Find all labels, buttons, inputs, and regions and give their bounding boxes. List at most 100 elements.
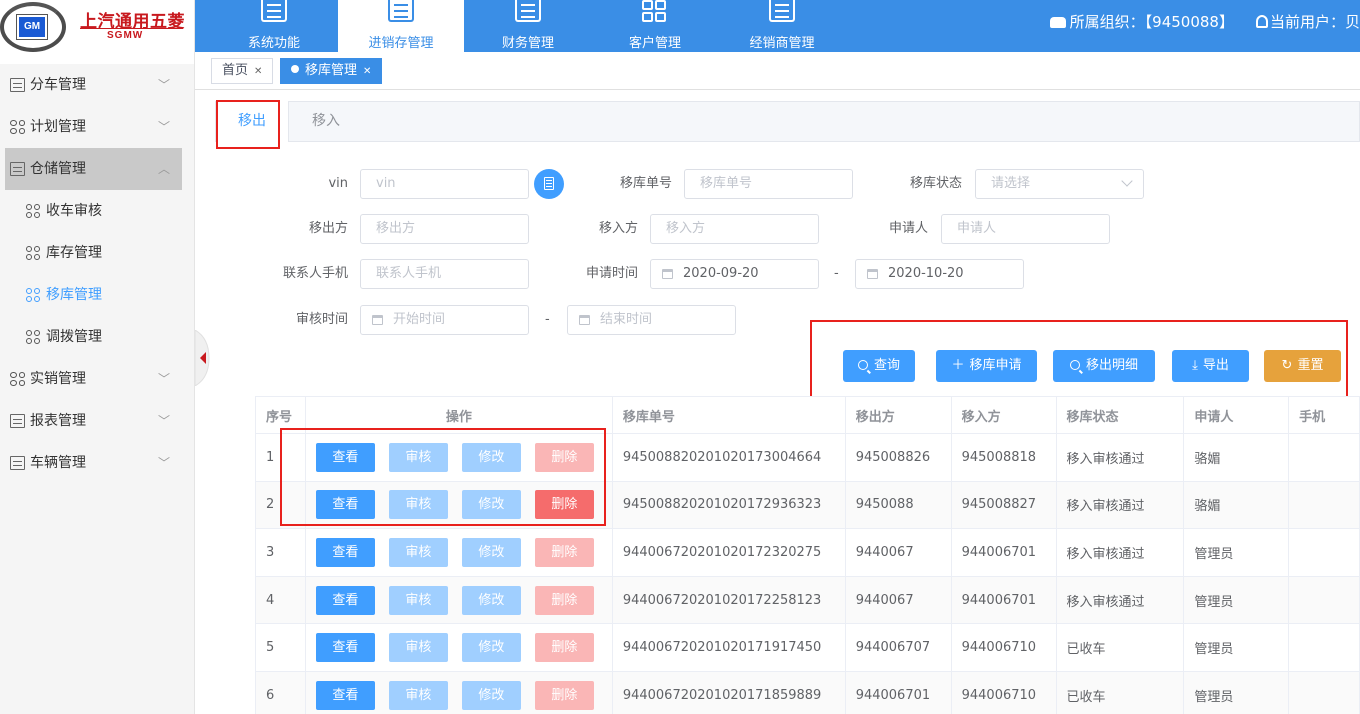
audit-start-date[interactable]: 开始时间 — [360, 305, 529, 335]
sidebar-item-dispatch[interactable]: 分车管理 ﹀ — [0, 64, 194, 106]
current-user-label: 当前用户：贝 — [1269, 13, 1360, 31]
audit-button[interactable]: 审核 — [388, 633, 448, 663]
sidebar-item-sales[interactable]: 实销管理 ﹀ — [0, 358, 194, 400]
column-header: 手机 — [1288, 396, 1360, 434]
table-row: 6 查看 审核 修改 删除 944006720201020171859889 9440067… — [255, 670, 1360, 714]
cell-no: 5 — [255, 623, 306, 672]
cell-applicant: 管理员 — [1183, 623, 1290, 672]
brand-name-en: SGMW — [107, 30, 144, 41]
brand-logo: GM 上汽通用五菱 SGMW — [0, 0, 194, 64]
page-tab-home[interactable]: 首页 ✕ — [211, 58, 274, 84]
list-icon — [10, 162, 25, 176]
cell-applicant: 管理员 — [1183, 670, 1290, 714]
cell-phone — [1288, 670, 1360, 714]
cell-status: 移入审核通过 — [1055, 575, 1185, 625]
order-no-input[interactable]: 移库单号 — [684, 169, 853, 199]
sidebar-item-label: 报表管理 — [30, 413, 86, 429]
cell-status: 移入审核通过 — [1055, 528, 1185, 577]
delete-button[interactable]: 删除 — [534, 537, 594, 567]
sidebar-subitem-allocation[interactable]: 调拨管理 — [0, 316, 194, 358]
annotation-box — [280, 428, 606, 526]
audit-time-label: 审核时间 — [295, 312, 348, 327]
cell-from: 9440067 — [844, 528, 952, 577]
cell-actions: 查看 审核 修改 删除 — [304, 575, 613, 625]
audit-end-date[interactable]: 结束时间 — [567, 305, 736, 335]
view-button[interactable]: 查看 — [315, 537, 375, 567]
cell-applicant: 骆媚 — [1183, 433, 1290, 482]
status-select[interactable]: 请选择 — [975, 169, 1144, 199]
delete-button[interactable]: 删除 — [534, 633, 594, 663]
cell-applicant: 管理员 — [1183, 575, 1290, 625]
vin-label: vin — [328, 176, 348, 191]
sidebar: GM 上汽通用五菱 SGMW 分车管理 ﹀ 计划管理 ﹀ 仓储管理 ︿ 收车审核… — [0, 0, 195, 714]
apply-start-date[interactable]: 2020-09-20 — [650, 259, 819, 289]
sidebar-subitem-label: 调拨管理 — [46, 329, 102, 345]
cell-order-no: 944006720201020171859889 — [611, 670, 846, 714]
document-icon — [515, 0, 541, 22]
cell-actions: 查看 审核 修改 删除 — [304, 528, 613, 577]
chevron-down-icon: ﹀ — [157, 372, 170, 386]
sidebar-subitem-transfer[interactable]: 移库管理 — [0, 274, 194, 316]
calendar-icon — [867, 269, 878, 279]
cell-no: 4 — [255, 575, 306, 625]
sidebar-collapse-toggle[interactable] — [195, 330, 211, 386]
from-input[interactable]: 移出方 — [360, 214, 529, 244]
tab-move-in[interactable]: 移入 — [290, 101, 362, 142]
chevron-down-icon — [1121, 175, 1133, 187]
sidebar-subitem-inventory[interactable]: 库存管理 — [0, 232, 194, 274]
sidebar-item-vehicles[interactable]: 车辆管理 ﹀ — [0, 442, 194, 484]
audit-button[interactable]: 审核 — [388, 537, 448, 567]
sidebar-item-plan[interactable]: 计划管理 ﹀ — [0, 106, 194, 148]
column-header: 申请人 — [1183, 396, 1290, 434]
chevron-down-icon: ﹀ — [157, 414, 170, 428]
edit-button[interactable]: 修改 — [461, 633, 521, 663]
phone-input[interactable]: 联系人手机 — [360, 259, 529, 289]
sidebar-item-label: 实销管理 — [30, 371, 86, 387]
sidebar-subitem-receive-audit[interactable]: 收车审核 — [0, 190, 194, 232]
cell-from: 945008826 — [844, 433, 952, 482]
tab-dealer[interactable]: 经销商管理 — [719, 0, 845, 52]
edit-button[interactable]: 修改 — [461, 680, 521, 710]
column-header: 移库状态 — [1055, 396, 1185, 434]
cell-to: 944006701 — [950, 575, 1057, 625]
column-header: 移出方 — [844, 396, 952, 434]
list-icon — [10, 78, 25, 92]
scan-button[interactable] — [534, 169, 564, 199]
cell-to: 945008827 — [950, 480, 1057, 530]
applicant-input[interactable]: 申请人 — [941, 214, 1110, 244]
audit-button[interactable]: 审核 — [388, 585, 448, 615]
cell-from: 944006701 — [844, 670, 952, 714]
delete-button[interactable]: 删除 — [534, 680, 594, 710]
grid-icon — [26, 246, 40, 260]
vin-input[interactable]: vin — [360, 169, 529, 199]
edit-button[interactable]: 修改 — [461, 585, 521, 615]
tab-inventory[interactable]: 进销存管理 — [338, 0, 464, 52]
sidebar-subitem-label: 库存管理 — [46, 245, 102, 261]
close-icon[interactable]: ✕ — [363, 66, 371, 77]
edit-button[interactable]: 修改 — [461, 537, 521, 567]
document-icon — [388, 0, 414, 22]
grid-icon — [10, 120, 25, 134]
cell-phone — [1288, 433, 1360, 482]
sidebar-item-warehouse[interactable]: 仓储管理 ︿ — [5, 148, 182, 190]
sidebar-item-label: 车辆管理 — [30, 455, 86, 471]
org-label: 所属组织：【9450088】 — [1069, 13, 1234, 31]
view-button[interactable]: 查看 — [315, 585, 375, 615]
sidebar-item-label: 计划管理 — [30, 119, 86, 135]
view-button[interactable]: 查看 — [315, 633, 375, 663]
page-tab-transfer[interactable]: 移库管理 ✕ — [280, 58, 383, 84]
view-button[interactable]: 查看 — [315, 680, 375, 710]
apply-end-date[interactable]: 2020-10-20 — [855, 259, 1024, 289]
grid-icon — [26, 330, 40, 344]
close-icon[interactable]: ✕ — [254, 66, 262, 77]
cell-no: 3 — [255, 528, 306, 577]
to-input[interactable]: 移入方 — [650, 214, 819, 244]
tab-system[interactable]: 系统功能 — [211, 0, 337, 52]
audit-button[interactable]: 审核 — [388, 680, 448, 710]
tab-customer[interactable]: 客户管理 — [592, 0, 718, 52]
sidebar-item-reports[interactable]: 报表管理 ﹀ — [0, 400, 194, 442]
status-label: 移库状态 — [909, 176, 962, 191]
delete-button[interactable]: 删除 — [534, 585, 594, 615]
tab-finance[interactable]: 财务管理 — [465, 0, 591, 52]
document-icon — [261, 0, 287, 22]
